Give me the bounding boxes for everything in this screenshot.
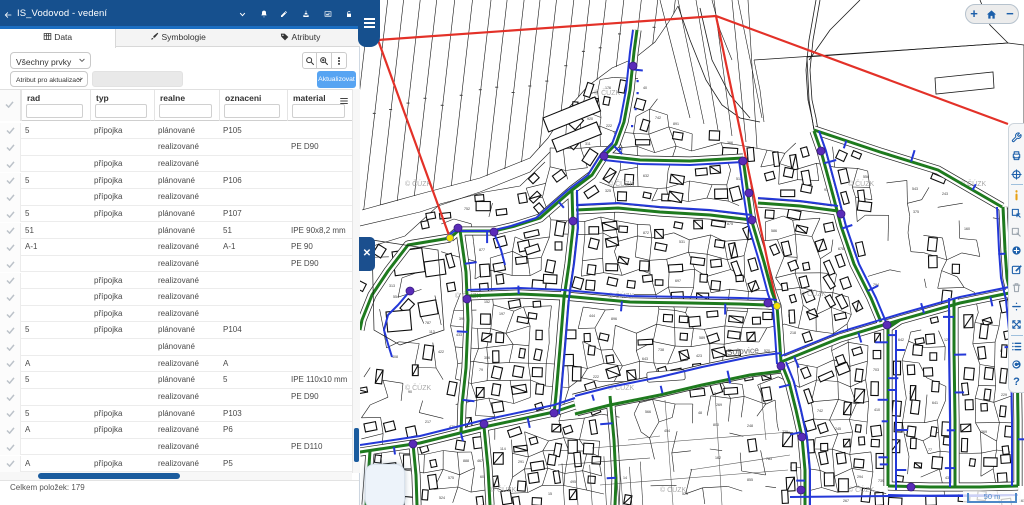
svg-text:524: 524 xyxy=(439,496,445,500)
svg-text:© ČÚZK: © ČÚZK xyxy=(490,485,516,494)
svg-text:742: 742 xyxy=(817,409,823,413)
svg-text:14: 14 xyxy=(623,476,627,480)
svg-text:896: 896 xyxy=(611,317,617,321)
svg-text:678: 678 xyxy=(838,247,844,251)
svg-text:467: 467 xyxy=(477,459,483,463)
svg-text:787: 787 xyxy=(425,321,431,325)
svg-text:48: 48 xyxy=(698,411,702,415)
svg-text:77: 77 xyxy=(928,448,932,452)
svg-text:410: 410 xyxy=(874,408,880,412)
svg-text:79: 79 xyxy=(479,368,483,372)
svg-text:739: 739 xyxy=(878,479,884,483)
svg-text:643: 643 xyxy=(642,357,648,361)
svg-text:294: 294 xyxy=(857,475,863,479)
svg-text:642: 642 xyxy=(898,338,904,342)
svg-text:© ČÚZK: © ČÚZK xyxy=(594,88,620,97)
svg-text:291: 291 xyxy=(518,460,524,464)
svg-text:444: 444 xyxy=(589,314,595,318)
svg-text:© ČÚZK: © ČÚZK xyxy=(405,179,431,188)
svg-text:543: 543 xyxy=(912,187,918,191)
svg-text:423: 423 xyxy=(696,354,702,358)
svg-text:269: 269 xyxy=(716,403,722,407)
svg-text:888: 888 xyxy=(463,459,469,463)
svg-text:495: 495 xyxy=(570,480,576,484)
svg-text:531: 531 xyxy=(679,240,685,244)
svg-text:114: 114 xyxy=(500,447,506,451)
svg-text:875: 875 xyxy=(727,222,733,226)
svg-text:408: 408 xyxy=(392,355,398,359)
svg-text:162: 162 xyxy=(715,456,721,460)
svg-text:855: 855 xyxy=(747,478,753,482)
svg-text:632: 632 xyxy=(643,174,649,178)
svg-text:586: 586 xyxy=(771,229,777,233)
svg-text:366: 366 xyxy=(727,141,733,145)
svg-text:877: 877 xyxy=(479,248,485,252)
svg-text:554: 554 xyxy=(393,295,399,299)
svg-text:© ČÚZK: © ČÚZK xyxy=(848,485,874,494)
svg-text:800: 800 xyxy=(713,423,719,427)
svg-text:245: 245 xyxy=(835,427,841,431)
svg-text:752: 752 xyxy=(464,207,470,211)
svg-text:248: 248 xyxy=(747,424,753,428)
svg-text:313: 313 xyxy=(389,284,395,288)
svg-text:556: 556 xyxy=(863,175,869,179)
svg-text:422: 422 xyxy=(438,350,444,354)
svg-text:891: 891 xyxy=(673,122,679,126)
svg-text:229: 229 xyxy=(1001,393,1007,397)
svg-text:152: 152 xyxy=(484,300,490,304)
svg-text:872: 872 xyxy=(643,231,649,235)
svg-text:218: 218 xyxy=(790,331,796,335)
svg-text:369: 369 xyxy=(981,430,987,434)
svg-text:160: 160 xyxy=(964,227,970,231)
svg-text:© ČÚZK: © ČÚZK xyxy=(660,485,686,494)
svg-text:641: 641 xyxy=(932,401,938,405)
svg-text:197: 197 xyxy=(499,312,505,316)
svg-text:267: 267 xyxy=(843,499,849,503)
svg-text:© ČÚZK: © ČÚZK xyxy=(608,179,634,188)
svg-text:217: 217 xyxy=(425,420,431,424)
svg-text:589: 589 xyxy=(699,336,705,340)
svg-text:697: 697 xyxy=(675,279,681,283)
svg-text:433: 433 xyxy=(456,333,462,337)
svg-text:566: 566 xyxy=(645,410,651,414)
svg-text:738: 738 xyxy=(658,348,664,352)
svg-text:222: 222 xyxy=(593,375,599,379)
svg-text:306: 306 xyxy=(484,356,490,360)
svg-text:© ČÚZK: © ČÚZK xyxy=(800,289,826,298)
svg-text:742: 742 xyxy=(655,116,661,120)
svg-text:40: 40 xyxy=(643,86,647,90)
svg-text:243: 243 xyxy=(942,192,948,196)
svg-text:© ČÚZK: © ČÚZK xyxy=(848,179,874,188)
svg-text:311: 311 xyxy=(585,142,591,146)
svg-text:920: 920 xyxy=(587,117,593,121)
svg-text:575: 575 xyxy=(448,476,454,480)
svg-text:375: 375 xyxy=(913,210,919,214)
svg-text:15: 15 xyxy=(548,492,552,496)
svg-text:703: 703 xyxy=(873,368,879,372)
svg-text:© ČÚZK: © ČÚZK xyxy=(405,383,431,392)
svg-text:222: 222 xyxy=(606,124,612,128)
svg-text:325: 325 xyxy=(605,189,611,193)
